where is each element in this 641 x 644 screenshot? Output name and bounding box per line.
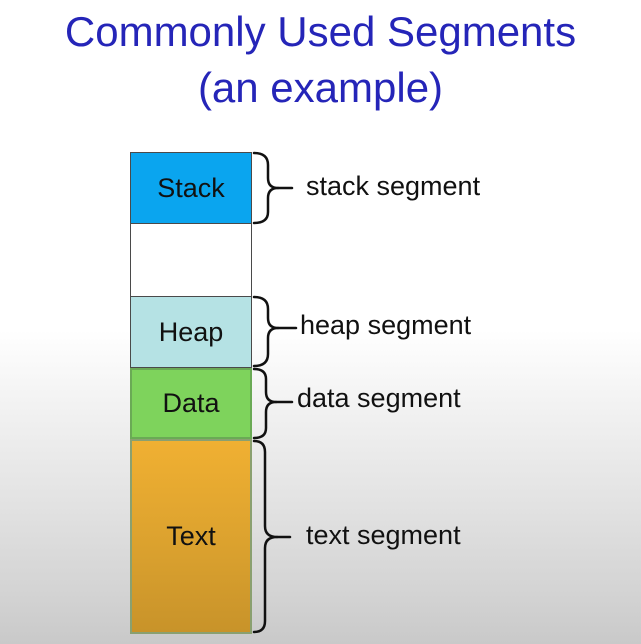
data-segment-label: data segment (297, 383, 461, 413)
heap-segment-label: heap segment (300, 310, 472, 340)
stack-segment-label: stack segment (306, 171, 481, 201)
text-segment-label: text segment (306, 520, 461, 550)
stack-brace (252, 151, 280, 225)
heap-brace (252, 295, 280, 368)
text-brace (252, 439, 279, 634)
data-brace (252, 367, 278, 440)
